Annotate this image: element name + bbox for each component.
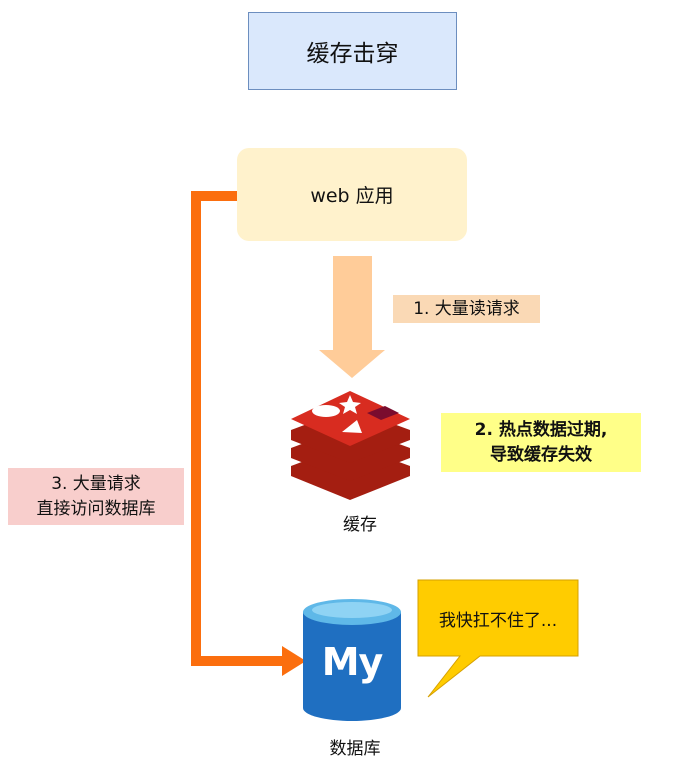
- database-label: 数据库: [329, 739, 381, 759]
- step2-line1: 2. 热点数据过期,: [474, 419, 608, 440]
- redis-icon: [291, 391, 410, 500]
- step2-label: 2. 热点数据过期, 导致缓存失效: [441, 413, 641, 472]
- step1-label: 1. 大量读请求: [393, 295, 540, 323]
- db-logo-text: My: [321, 640, 384, 684]
- bubble-text: 我快扛不住了...: [438, 610, 558, 631]
- web-app-label: web 应用: [310, 185, 394, 207]
- step2-line2: 导致缓存失效: [489, 444, 592, 465]
- connector-line: [191, 191, 285, 666]
- connector-arrowhead: [282, 646, 306, 676]
- diagram-title: 缓存击穿: [248, 12, 457, 90]
- down-arrow: [319, 256, 385, 378]
- step3-line1: 3. 大量请求: [51, 473, 141, 494]
- step3-label: 3. 大量请求 直接访问数据库: [8, 468, 184, 525]
- step3-line2: 直接访问数据库: [36, 498, 156, 519]
- cache-label: 缓存: [343, 515, 377, 535]
- web-app-node: web 应用: [237, 148, 467, 241]
